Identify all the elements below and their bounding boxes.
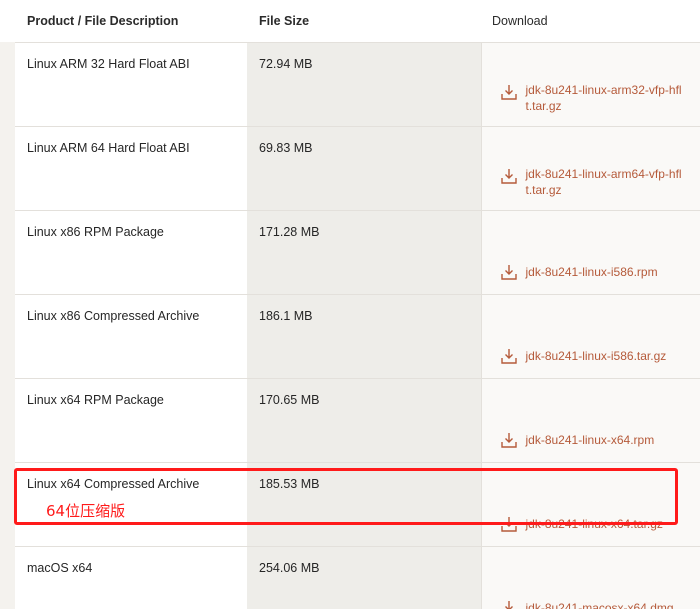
file-description: Linux ARM 32 Hard Float ABI bbox=[15, 42, 247, 127]
download-cell: jdk-8u241-linux-i586.rpm bbox=[480, 210, 700, 295]
download-link[interactable]: jdk-8u241-linux-arm64-vfp-hflt.tar.gz bbox=[526, 166, 686, 198]
download-icon[interactable] bbox=[500, 515, 518, 533]
table-row: Linux ARM 32 Hard Float ABI 72.94 MB jdk… bbox=[15, 42, 700, 127]
column-header-size: File Size bbox=[247, 0, 481, 43]
column-header-download: Download bbox=[481, 0, 700, 43]
file-description: Linux x86 RPM Package bbox=[15, 210, 247, 295]
file-size: 171.28 MB bbox=[247, 210, 481, 295]
table-header-row: Product / File Description File Size Dow… bbox=[15, 0, 700, 43]
file-description: Linux x86 Compressed Archive bbox=[15, 294, 247, 379]
download-cell: jdk-8u241-linux-arm64-vfp-hflt.tar.gz bbox=[480, 126, 700, 211]
download-icon[interactable] bbox=[500, 167, 518, 185]
download-link[interactable]: jdk-8u241-linux-i586.rpm bbox=[526, 264, 686, 280]
download-link[interactable]: jdk-8u241-linux-arm32-vfp-hflt.tar.gz bbox=[526, 82, 686, 114]
table-row: Linux x64 RPM Package 170.65 MB jdk-8u24… bbox=[15, 378, 700, 463]
download-link[interactable]: jdk-8u241-linux-i586.tar.gz bbox=[526, 348, 686, 364]
annotation-label: 64位压缩版 bbox=[46, 502, 126, 520]
file-size: 185.53 MB bbox=[247, 462, 481, 547]
download-icon[interactable] bbox=[500, 431, 518, 449]
download-cell: jdk-8u241-linux-x64.tar.gz bbox=[480, 462, 700, 547]
download-link[interactable]: jdk-8u241-linux-x64.rpm bbox=[526, 432, 686, 448]
table-row: macOS x64 254.06 MB jdk-8u241-macosx-x64… bbox=[15, 546, 700, 609]
download-cell: jdk-8u241-linux-x64.rpm bbox=[480, 378, 700, 463]
file-size: 186.1 MB bbox=[247, 294, 481, 379]
file-description: Linux ARM 64 Hard Float ABI bbox=[15, 126, 247, 211]
download-icon[interactable] bbox=[500, 599, 518, 609]
table-row: Linux x86 RPM Package 171.28 MB jdk-8u24… bbox=[15, 210, 700, 295]
table-row: Linux x86 Compressed Archive 186.1 MB jd… bbox=[15, 294, 700, 379]
file-description: macOS x64 bbox=[15, 546, 247, 609]
download-link[interactable]: jdk-8u241-linux-x64.tar.gz bbox=[526, 516, 686, 532]
download-cell: jdk-8u241-macosx-x64.dmg bbox=[480, 546, 700, 609]
download-icon[interactable] bbox=[500, 347, 518, 365]
file-size: 254.06 MB bbox=[247, 546, 481, 609]
download-cell: jdk-8u241-linux-i586.tar.gz bbox=[480, 294, 700, 379]
file-size: 170.65 MB bbox=[247, 378, 481, 463]
file-description: Linux x64 RPM Package bbox=[15, 378, 247, 463]
download-icon[interactable] bbox=[500, 263, 518, 281]
download-link[interactable]: jdk-8u241-macosx-x64.dmg bbox=[526, 600, 686, 609]
file-size: 72.94 MB bbox=[247, 42, 481, 127]
download-cell: jdk-8u241-linux-arm32-vfp-hflt.tar.gz bbox=[480, 42, 700, 127]
download-icon[interactable] bbox=[500, 83, 518, 101]
column-header-description: Product / File Description bbox=[15, 0, 247, 43]
left-gutter bbox=[0, 42, 15, 609]
file-size: 69.83 MB bbox=[247, 126, 481, 211]
table-row: Linux ARM 64 Hard Float ABI 69.83 MB jdk… bbox=[15, 126, 700, 211]
download-page: Product / File Description File Size Dow… bbox=[0, 0, 700, 609]
